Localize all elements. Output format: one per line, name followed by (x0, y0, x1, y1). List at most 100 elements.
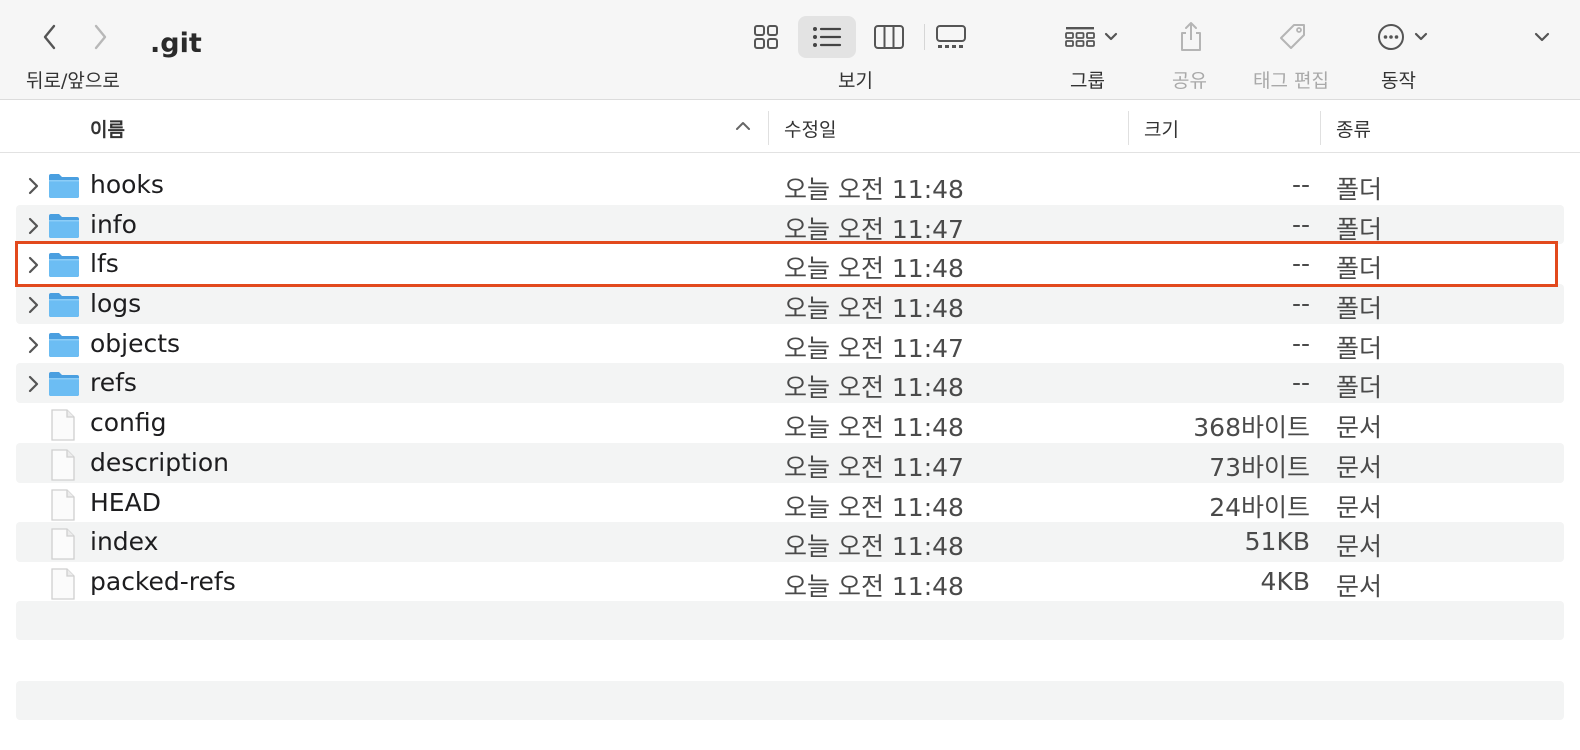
file-kind: 문서 (1336, 492, 1383, 522)
document-icon (48, 568, 78, 604)
list-view-button[interactable] (798, 16, 856, 58)
group-button[interactable] (1060, 16, 1124, 58)
share-button[interactable] (1174, 16, 1208, 58)
disclosure-chevron-icon[interactable] (26, 255, 40, 279)
file-row-objects[interactable]: objects 오늘 오전 11:47 -- 폴더 (0, 324, 1580, 364)
disclosure-chevron-icon[interactable] (26, 374, 40, 398)
column-view-button[interactable] (860, 16, 918, 58)
file-kind: 폴더 (1336, 175, 1383, 204)
file-modified-date: 오늘 오전 11:47 (784, 333, 964, 363)
file-size: -- (1291, 170, 1310, 199)
file-modified-date: 오늘 오전 11:47 (784, 452, 964, 482)
chevron-down-icon (1104, 32, 1118, 41)
file-modified-date: 오늘 오전 11:47 (784, 214, 964, 244)
empty-row-stripe (16, 681, 1564, 720)
document-icon (48, 528, 78, 564)
file-row-head[interactable]: HEAD 오늘 오전 11:48 24바이트 문서 (0, 483, 1580, 523)
file-row-hooks[interactable]: hooks 오늘 오전 11:48 -- 폴더 (0, 165, 1580, 205)
column-header: 이름 수정일 크기 종류 (0, 101, 1580, 153)
file-size: -- (1291, 249, 1310, 279)
group-label: 그룹 (1070, 70, 1105, 92)
folder-icon (48, 211, 80, 243)
columns-icon (874, 25, 904, 49)
file-modified-date: 오늘 오전 11:48 (784, 571, 964, 601)
file-row-logs[interactable]: logs 오늘 오전 11:48 -- 폴더 (0, 284, 1580, 324)
column-divider[interactable] (1128, 111, 1129, 145)
column-divider[interactable] (1320, 111, 1321, 145)
folder-icon (48, 171, 80, 203)
share-label: 공유 (1172, 70, 1207, 92)
toolbar: 뒤로/앞으로 .git 보기 그룹 공유 태그 편집 동작 (0, 0, 1580, 100)
file-modified-date: 오늘 오전 11:48 (784, 373, 964, 403)
file-kind: 문서 (1336, 452, 1383, 482)
group-grid-icon (1065, 27, 1095, 47)
file-name: index (90, 527, 159, 557)
disclosure-chevron-icon[interactable] (26, 176, 40, 200)
file-name: logs (90, 289, 142, 319)
back-button[interactable] (32, 18, 68, 56)
forward-button[interactable] (82, 18, 118, 56)
file-name: info (90, 209, 137, 239)
file-name: config (90, 408, 167, 438)
file-row-info[interactable]: info 오늘 오전 11:47 -- 폴더 (0, 204, 1580, 245)
file-kind: 문서 (1336, 571, 1383, 601)
empty-row-stripe (16, 601, 1564, 640)
file-name: packed-refs (90, 566, 236, 596)
chevron-right-icon (94, 24, 107, 50)
file-kind: 폴더 (1336, 214, 1383, 244)
file-size: 368바이트 (1193, 413, 1310, 443)
ellipsis-circle-icon (1378, 24, 1404, 50)
tag-icon (1280, 24, 1305, 49)
action-label: 동작 (1381, 70, 1416, 92)
disclosure-chevron-icon[interactable] (26, 295, 40, 319)
view-label: 보기 (838, 70, 873, 92)
disclosure-chevron-icon[interactable] (26, 335, 40, 359)
sort-ascending-chevron-icon[interactable] (734, 120, 752, 132)
file-name: lfs (90, 249, 119, 279)
list-icon (813, 27, 842, 47)
name-column-header[interactable]: 이름 (90, 115, 125, 142)
file-kind: 문서 (1336, 413, 1383, 443)
file-row-index[interactable]: index 오늘 오전 11:48 51KB 문서 (0, 522, 1580, 562)
file-size: -- (1291, 328, 1310, 358)
window-title: .git (150, 28, 202, 59)
file-size: 73바이트 (1209, 452, 1310, 482)
file-name: HEAD (90, 487, 161, 517)
file-modified-date: 오늘 오전 11:48 (784, 492, 964, 522)
file-size: -- (1291, 368, 1310, 398)
size-column-header[interactable]: 크기 (1144, 115, 1179, 142)
file-row-description[interactable]: description 오늘 오전 11:47 73바이트 문서 (0, 442, 1580, 483)
gallery-icon (936, 25, 966, 48)
file-kind: 폴더 (1336, 254, 1383, 284)
folder-icon (48, 290, 80, 322)
column-divider[interactable] (768, 111, 769, 145)
kind-column-header[interactable]: 종류 (1336, 115, 1371, 142)
gallery-view-button[interactable] (922, 16, 980, 58)
file-size: 51KB (1244, 527, 1310, 557)
file-name: description (90, 447, 230, 477)
icon-view-button[interactable] (737, 16, 795, 58)
file-list: hooks 오늘 오전 11:48 -- 폴더 info 오늘 오전 11:47… (0, 165, 1580, 602)
file-size: -- (1291, 289, 1310, 319)
folder-icon (48, 330, 80, 362)
file-row-config[interactable]: config 오늘 오전 11:48 368바이트 문서 (0, 403, 1580, 443)
chevron-down-icon (1414, 32, 1428, 41)
file-modified-date: 오늘 오전 11:48 (784, 413, 964, 443)
tag-button[interactable] (1276, 16, 1310, 58)
file-row-refs[interactable]: refs 오늘 오전 11:48 -- 폴더 (0, 363, 1580, 403)
disclosure-chevron-icon[interactable] (26, 216, 40, 240)
file-kind: 폴더 (1336, 333, 1383, 363)
file-name: objects (90, 328, 181, 358)
file-size: -- (1291, 209, 1310, 239)
file-row-packed-refs[interactable]: packed-refs 오늘 오전 11:48 4KB 문서 (0, 562, 1580, 602)
file-row-lfs[interactable]: lfs 오늘 오전 11:48 -- 폴더 (0, 244, 1580, 284)
nav-label: 뒤로/앞으로 (26, 70, 120, 92)
modified-column-header[interactable]: 수정일 (784, 115, 836, 142)
file-modified-date: 오늘 오전 11:48 (784, 532, 964, 562)
file-kind: 문서 (1336, 532, 1383, 562)
action-button[interactable] (1372, 16, 1434, 58)
toolbar-overflow-button[interactable] (1530, 16, 1554, 58)
file-size: 24바이트 (1209, 492, 1310, 522)
file-modified-date: 오늘 오전 11:48 (784, 254, 964, 284)
file-kind: 폴더 (1336, 294, 1383, 324)
